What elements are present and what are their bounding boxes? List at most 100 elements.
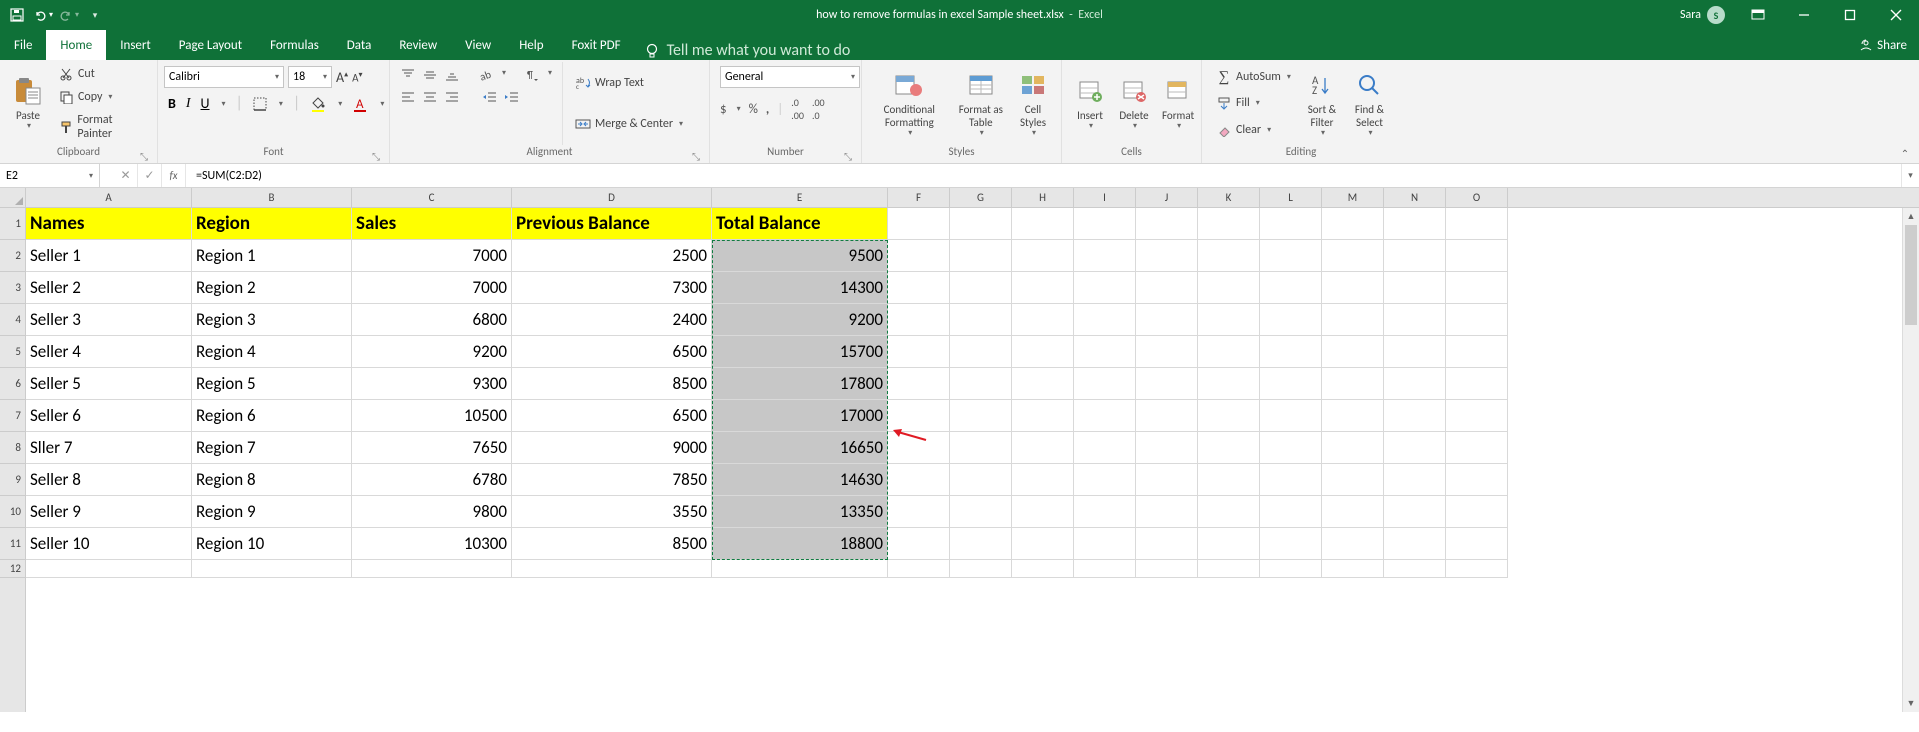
cell[interactable] [1012,400,1074,432]
cell[interactable] [1260,208,1322,240]
cell[interactable] [888,208,950,240]
align-center-icon[interactable] [422,90,438,104]
cell[interactable] [1384,240,1446,272]
scroll-thumb[interactable] [1905,225,1917,325]
cell[interactable] [1446,400,1508,432]
cell[interactable]: Sales [352,208,512,240]
cell[interactable]: 8500 [512,368,712,400]
cell[interactable] [1260,528,1322,560]
cell[interactable] [1136,208,1198,240]
cell[interactable] [1074,464,1136,496]
cell[interactable] [1446,560,1508,578]
cell[interactable] [950,432,1012,464]
column-header-N[interactable]: N [1384,188,1446,207]
merge-center-button[interactable]: Merge & Center▾ [571,114,687,134]
column-header-C[interactable]: C [352,188,512,207]
tab-home[interactable]: Home [46,30,106,60]
cell[interactable] [950,240,1012,272]
cell[interactable] [1198,528,1260,560]
cell[interactable] [888,240,950,272]
cell[interactable] [1260,368,1322,400]
cell[interactable] [1136,304,1198,336]
cell[interactable]: 13350 [712,496,888,528]
cell[interactable]: 7000 [352,272,512,304]
cell[interactable] [1446,208,1508,240]
fill-button[interactable]: Fill▾ [1212,93,1295,113]
scroll-down-icon[interactable]: ▼ [1903,695,1919,712]
cell[interactable] [1384,336,1446,368]
cell[interactable]: Seller 10 [26,528,192,560]
cell[interactable] [1074,528,1136,560]
cell[interactable] [1198,208,1260,240]
ribbon-options-icon[interactable] [1735,0,1781,30]
cell[interactable] [1446,304,1508,336]
cell[interactable]: 2500 [512,240,712,272]
user-name[interactable]: Sara [1680,8,1701,22]
cell[interactable] [1198,496,1260,528]
cell[interactable] [1384,560,1446,578]
format-as-table-button[interactable]: Format as Table▾ [951,62,1011,145]
alignment-dialog-launcher-icon[interactable]: ⤡ [689,149,703,163]
grid[interactable]: 123456789101112 ABCDEFGHIJKLMNO NamesReg… [0,188,1919,712]
align-left-icon[interactable] [400,90,416,104]
cell[interactable] [1012,336,1074,368]
vertical-scrollbar[interactable]: ▲ ▼ [1902,208,1919,712]
select-all-corner[interactable] [0,188,25,208]
cell[interactable] [1136,528,1198,560]
cell[interactable]: Region 3 [192,304,352,336]
cell[interactable]: 17800 [712,368,888,400]
cell[interactable] [1012,304,1074,336]
cell[interactable] [1012,560,1074,578]
cell[interactable] [1198,560,1260,578]
save-icon[interactable] [6,4,28,26]
cell[interactable]: Region 4 [192,336,352,368]
tell-me-input[interactable]: Tell me what you want to do [645,41,851,60]
cell[interactable]: Region 1 [192,240,352,272]
cell[interactable] [1384,208,1446,240]
cell[interactable]: 6780 [352,464,512,496]
find-select-button[interactable]: Find & Select▾ [1345,62,1394,145]
italic-button[interactable]: I [186,96,191,112]
cell[interactable]: Seller 5 [26,368,192,400]
cell[interactable]: Seller 3 [26,304,192,336]
cell[interactable] [950,400,1012,432]
cell[interactable] [1012,464,1074,496]
cell[interactable] [1322,240,1384,272]
cell[interactable] [1012,240,1074,272]
cell[interactable]: 18800 [712,528,888,560]
row-header-11[interactable]: 11 [0,528,25,560]
cell[interactable] [888,304,950,336]
cell[interactable] [1446,272,1508,304]
clipboard-dialog-launcher-icon[interactable]: ⤡ [137,149,151,163]
format-cells-button[interactable]: Format▾ [1156,62,1200,145]
cell[interactable] [1384,272,1446,304]
name-box[interactable]: E2▾ [0,164,100,187]
cell[interactable]: 9500 [712,240,888,272]
ltr-button[interactable]: ¶ [526,68,540,82]
cell[interactable] [1322,432,1384,464]
enter-formula-icon[interactable]: ✓ [138,164,162,187]
row-header-9[interactable]: 9 [0,464,25,496]
column-header-A[interactable]: A [26,188,192,207]
cell[interactable] [950,368,1012,400]
cell[interactable]: 14630 [712,464,888,496]
cell[interactable] [1260,336,1322,368]
column-header-M[interactable]: M [1322,188,1384,207]
cell[interactable] [950,272,1012,304]
cell[interactable] [1136,336,1198,368]
cell[interactable] [1198,368,1260,400]
cell[interactable] [1198,464,1260,496]
cell[interactable] [1384,432,1446,464]
cell[interactable] [1260,304,1322,336]
row-header-6[interactable]: 6 [0,368,25,400]
tab-formulas[interactable]: Formulas [256,30,333,60]
column-header-J[interactable]: J [1136,188,1198,207]
cell[interactable] [1260,464,1322,496]
cell[interactable]: 17000 [712,400,888,432]
border-button[interactable] [253,97,267,111]
cell[interactable]: 10500 [352,400,512,432]
row-header-2[interactable]: 2 [0,240,25,272]
cell[interactable] [950,496,1012,528]
share-button[interactable]: Share [1847,30,1919,60]
cell[interactable] [888,528,950,560]
